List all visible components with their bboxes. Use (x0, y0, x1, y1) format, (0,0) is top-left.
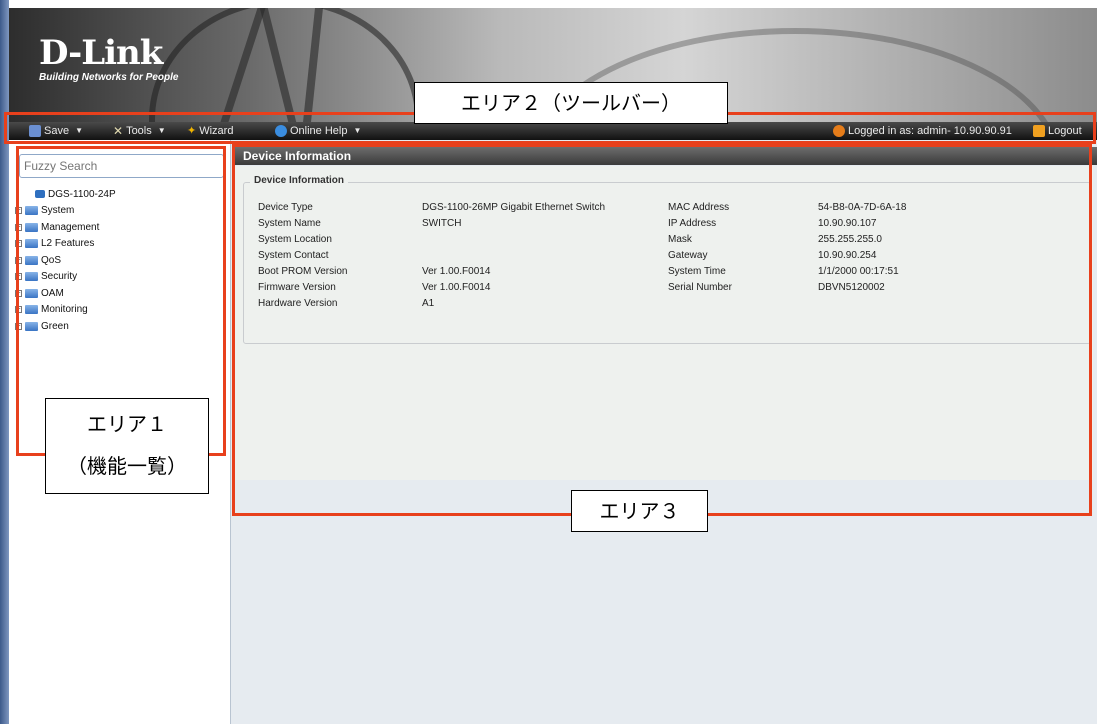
logo-tagline: Building Networks for People (39, 72, 179, 83)
area3-label: エリア３ (571, 490, 708, 532)
logo-brand: D-Link (39, 33, 163, 73)
area1-label-line2: （機能一覧） (67, 454, 187, 478)
area3-highlight-box (232, 144, 1092, 516)
area1-label-line1: エリア１ (87, 412, 167, 436)
area1-label: エリア１ （機能一覧） (45, 398, 209, 494)
dlink-web-ui: D-Link Building Networks for People Save… (0, 0, 1097, 724)
window-edge (0, 0, 9, 724)
dlink-logo: D-Link Building Networks for People (39, 36, 178, 83)
area2-label: エリア２（ツールバー） (414, 82, 728, 124)
